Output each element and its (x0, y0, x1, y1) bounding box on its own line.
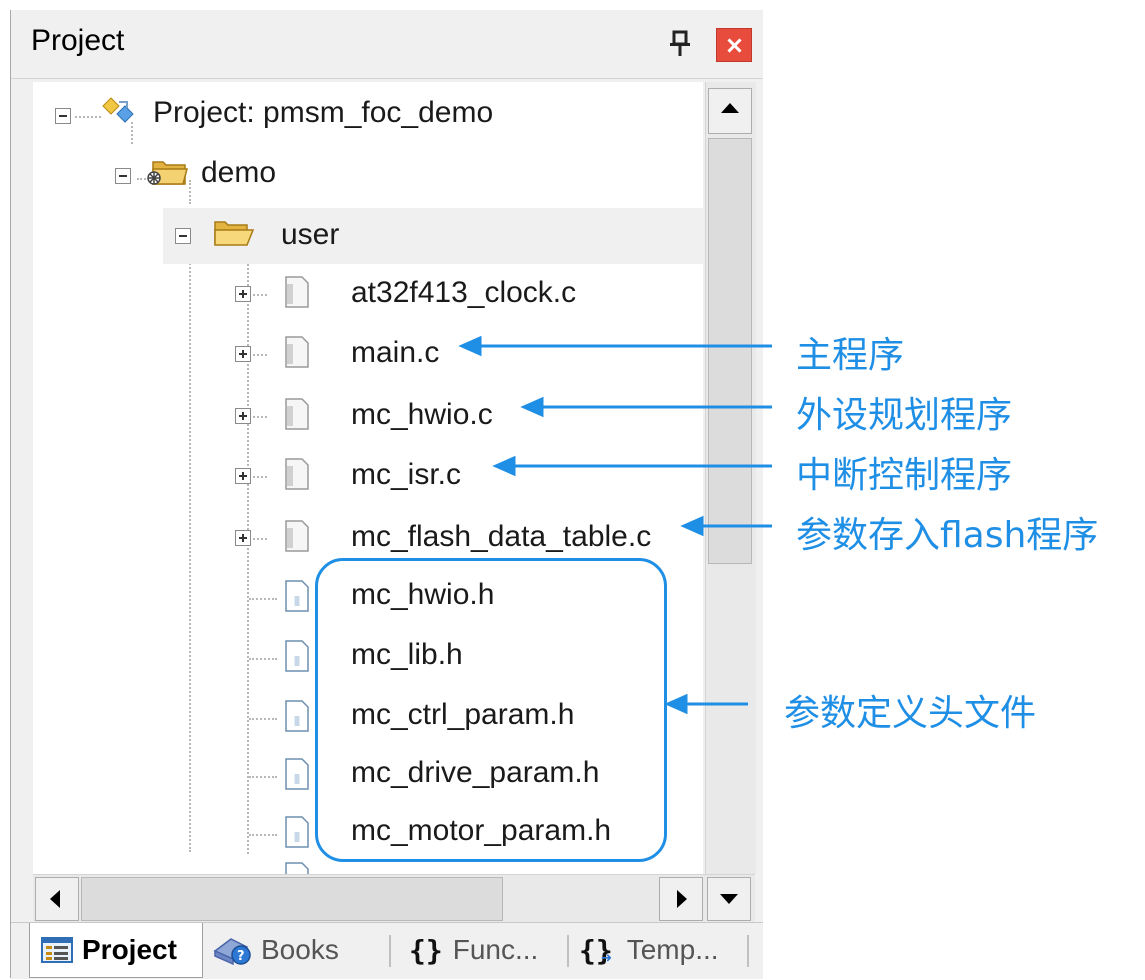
annotation-isr: 中断控制程序 (796, 455, 1013, 496)
arrowhead-main (458, 335, 482, 357)
annotation-headers: 参数定义头文件 (784, 693, 1037, 734)
arrowhead-headers (664, 693, 688, 715)
arrowhead-flash (680, 515, 704, 537)
arrowhead-hwio (520, 396, 544, 418)
annotation-hwio: 外设规划程序 (796, 395, 1013, 436)
annotation-flash: 参数存入flash程序 (796, 515, 1099, 556)
annotation-main: 主程序 (796, 335, 905, 376)
arrowhead-isr (492, 455, 516, 477)
